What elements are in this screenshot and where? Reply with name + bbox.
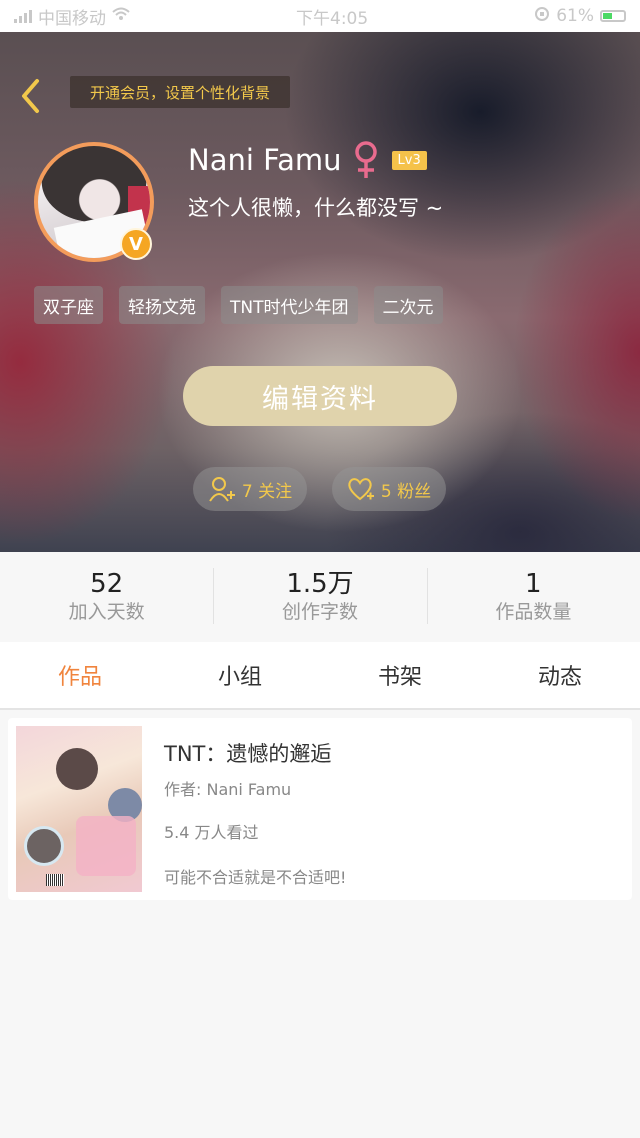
book-cover-image[interactable]	[16, 726, 142, 892]
vip-background-banner[interactable]: 开通会员，设置个性化背景	[70, 76, 290, 108]
stat-works-count: 1 作品数量	[426, 552, 640, 642]
rotation-lock-icon	[534, 6, 550, 27]
stat-value: 1	[525, 569, 542, 599]
status-time: 下午4:05	[296, 8, 369, 29]
tag-list: 双子座 轻扬文苑 TNT时代少年团 二次元	[34, 286, 443, 324]
tab-groups[interactable]: 小组	[160, 642, 320, 708]
heart-plus-icon	[348, 478, 374, 501]
work-card[interactable]: TNT：遗憾的邂逅 作者: Nani Famu 5.4 万人看过 可能不合适就是…	[8, 718, 632, 900]
level-badge: Lv3	[391, 150, 427, 170]
female-icon	[352, 140, 380, 180]
following-count: 7 关注	[241, 481, 293, 502]
name-row: Nani Famu Lv3	[188, 140, 427, 180]
stat-value: 1.5万	[286, 569, 354, 599]
tab-bar: 作品 小组 书架 动态	[0, 642, 640, 710]
signal-icon	[14, 9, 32, 23]
work-title[interactable]: TNT：遗憾的邂逅	[164, 738, 331, 768]
chevron-left-icon	[22, 79, 39, 113]
fans-button[interactable]: 5 粉丝	[332, 467, 446, 511]
stat-word-count: 1.5万 创作字数	[213, 552, 426, 642]
battery-percent: 61%	[556, 6, 594, 26]
work-description: 可能不合适就是不合适吧!	[164, 868, 347, 887]
stat-label: 作品数量	[495, 601, 572, 623]
stat-label: 加入天数	[68, 601, 145, 623]
stat-join-days: 52 加入天数	[0, 552, 213, 642]
edit-profile-button[interactable]: 编辑资料	[183, 366, 457, 426]
tag-item[interactable]: TNT时代少年团	[221, 286, 358, 324]
tag-item[interactable]: 二次元	[373, 286, 443, 324]
tab-activity[interactable]: 动态	[480, 642, 640, 708]
user-bio: 这个人很懒，什么都没写 ~	[188, 196, 444, 220]
verified-badge-icon: V	[120, 228, 152, 260]
fans-count: 5 粉丝	[380, 481, 432, 502]
battery-icon	[599, 10, 626, 22]
work-author: 作者: Nani Famu	[164, 780, 292, 799]
wifi-icon	[112, 6, 130, 26]
tab-bookshelf[interactable]: 书架	[320, 642, 480, 708]
carrier-label: 中国移动	[38, 8, 106, 29]
tag-item[interactable]: 双子座	[34, 286, 103, 324]
back-button[interactable]	[14, 76, 46, 116]
add-user-icon	[209, 477, 235, 502]
tab-works[interactable]: 作品	[0, 642, 160, 708]
profile-header: 开通会员，设置个性化背景 V Nani Famu Lv3 这个人很懒，什么都没写…	[0, 32, 640, 552]
status-bar: 中国移动 下午4:05 61%	[0, 0, 640, 32]
work-views: 5.4 万人看过	[164, 823, 259, 842]
stat-label: 创作字数	[281, 601, 358, 623]
tag-item[interactable]: 轻扬文苑	[119, 286, 205, 324]
stats-bar: 52 加入天数 1.5万 创作字数 1 作品数量	[0, 552, 640, 642]
stat-value: 52	[90, 569, 124, 599]
user-name: Nani Famu	[188, 143, 342, 177]
following-button[interactable]: 7 关注	[193, 467, 307, 511]
